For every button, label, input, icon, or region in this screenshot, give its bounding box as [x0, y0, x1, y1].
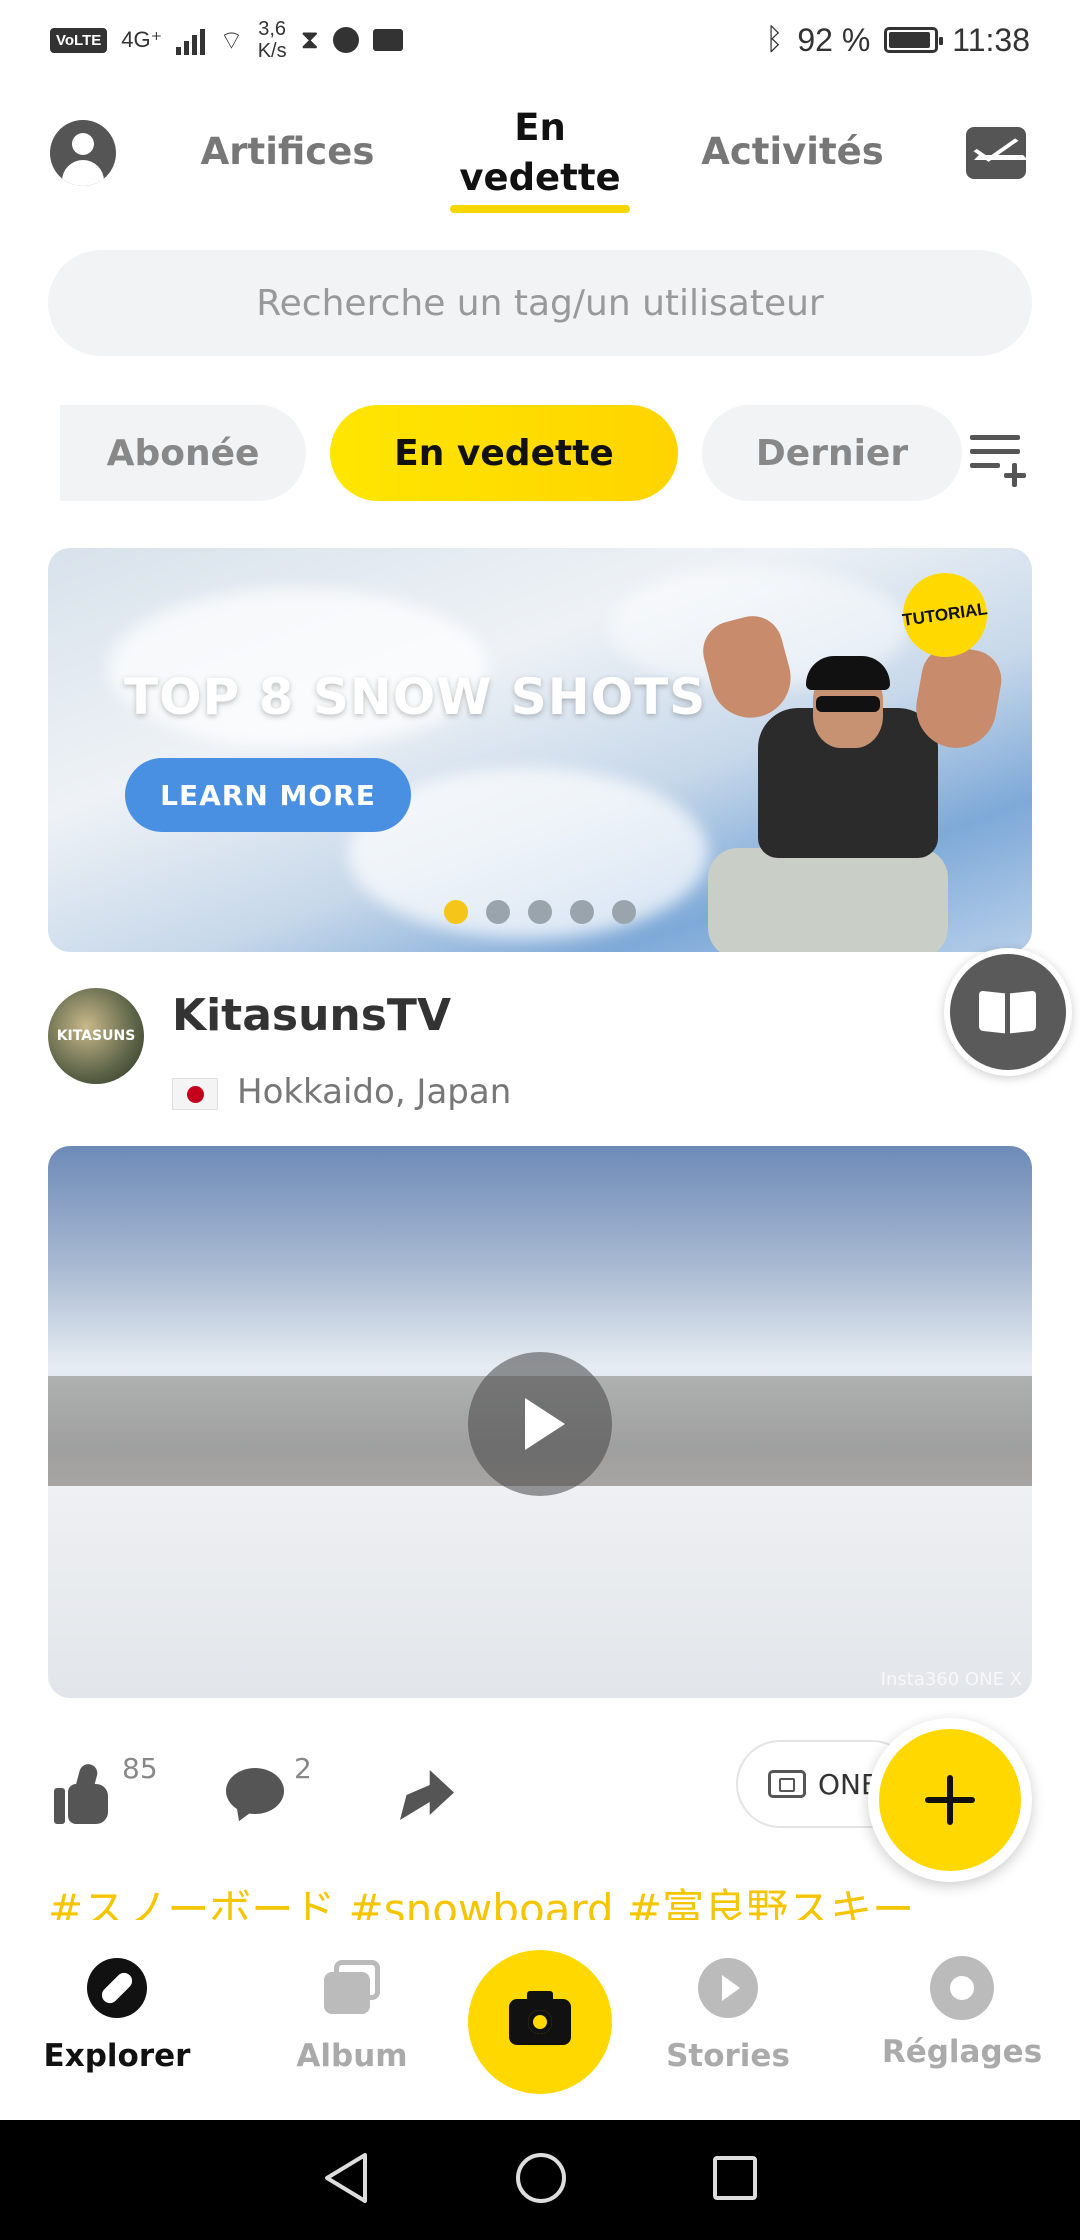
- learn-more-button[interactable]: LEARN MORE: [125, 758, 411, 832]
- post-video[interactable]: Insta360 ONE X: [48, 1146, 1032, 1698]
- like-count: 85: [122, 1752, 158, 1785]
- speed-value: 3,6: [258, 18, 287, 40]
- tab-en-vedette-line1: En: [514, 106, 566, 149]
- japan-flag-icon: [172, 1078, 218, 1110]
- filter-dernier[interactable]: Dernier: [702, 405, 962, 501]
- profile-avatar-icon[interactable]: [50, 120, 116, 186]
- bluetooth-icon: ᛒ: [765, 23, 784, 56]
- nav-reglages-label: Réglages: [881, 2034, 1043, 2070]
- inbox-icon[interactable]: [966, 127, 1026, 179]
- nav-reglages[interactable]: Réglages: [872, 1920, 1052, 2070]
- carousel-dot[interactable]: [570, 900, 594, 924]
- carousel-dot[interactable]: [528, 900, 552, 924]
- nav-album-label: Album: [296, 2038, 408, 2074]
- filter-en-vedette[interactable]: En vedette: [330, 405, 678, 501]
- hourglass-icon: ⧗: [300, 24, 319, 54]
- comment-icon: [224, 1764, 284, 1826]
- camera-capture-icon: [509, 1991, 571, 2045]
- recent-apps-icon[interactable]: [711, 2154, 759, 2206]
- post-location: Hokkaido, Japan: [237, 1072, 512, 1112]
- tab-en-vedette[interactable]: En vedette: [440, 103, 640, 213]
- nav-stories[interactable]: Stories: [638, 1920, 818, 2074]
- signal-icon: [176, 25, 206, 55]
- bottom-nav: Explorer Album Stories Réglages: [0, 1920, 1080, 2120]
- book-icon[interactable]: [944, 948, 1072, 1076]
- email-notification-icon: [372, 29, 403, 51]
- clock: 11:38: [952, 21, 1030, 58]
- comment-button[interactable]: 2: [224, 1752, 312, 1826]
- carousel-dots: [444, 900, 636, 924]
- speed-unit: K/s: [257, 40, 287, 62]
- nav-explorer[interactable]: Explorer: [27, 1920, 207, 2074]
- tab-activites[interactable]: Activités: [700, 130, 885, 173]
- promo-banner[interactable]: TUTORIAL TOP 8 SNOW SHOTS LEARN MORE: [48, 548, 1032, 952]
- status-right: ᛒ 92 % 11:38: [765, 22, 1030, 59]
- comment-count: 2: [294, 1752, 312, 1785]
- share-icon: [396, 1764, 456, 1824]
- carousel-dot[interactable]: [486, 900, 510, 924]
- playlist-add-icon[interactable]: [968, 427, 1026, 487]
- like-button[interactable]: 85: [52, 1752, 158, 1824]
- tab-artifices[interactable]: Artifices: [200, 130, 375, 173]
- wifi-icon: ⌔: [219, 24, 244, 55]
- search-input[interactable]: Recherche un tag/un utilisateur: [48, 250, 1032, 356]
- battery-percent: 92 %: [797, 21, 871, 58]
- banner-person-image: [688, 608, 1018, 952]
- video-watermark: Insta360 ONE X: [880, 1669, 1022, 1690]
- network-speed: 3,6 K/s: [258, 18, 287, 62]
- video-snow: [48, 1486, 1032, 1698]
- nav-stories-label: Stories: [666, 2038, 790, 2074]
- avatar-text: KITASUNS: [56, 1028, 136, 1044]
- add-icon[interactable]: [868, 1718, 1032, 1882]
- filter-abonee[interactable]: Abonée: [60, 405, 306, 501]
- post-author-avatar[interactable]: KITASUNS: [48, 988, 144, 1084]
- compass-icon: [87, 1958, 147, 2018]
- active-tab-underline: [450, 205, 630, 213]
- battery-fill: [889, 32, 930, 48]
- status-bar: VoLTE 4G⁺ ⌔ 3,6 K/s ⧗ ᛒ 92 % 11:38: [0, 0, 1080, 80]
- capture-button[interactable]: [468, 1950, 612, 2094]
- share-button[interactable]: [396, 1764, 456, 1824]
- banner-title: TOP 8 SNOW SHOTS: [124, 668, 707, 726]
- tab-en-vedette-line2: vedette: [459, 156, 621, 199]
- messenger-icon: [332, 27, 359, 53]
- album-icon: [322, 1958, 382, 2018]
- carousel-dot[interactable]: [612, 900, 636, 924]
- gear-icon: [936, 1962, 988, 2014]
- filter-bar: Abonée En vedette Dernier: [0, 405, 1080, 501]
- camera-icon: [768, 1770, 806, 1798]
- thumbs-up-icon: [52, 1762, 112, 1824]
- carousel-dot[interactable]: [444, 900, 468, 924]
- top-nav: Artifices En vedette Activités: [0, 95, 1080, 225]
- volte-indicator: VoLTE: [50, 27, 108, 53]
- home-icon[interactable]: [514, 2151, 568, 2209]
- status-left: VoLTE 4G⁺ ⌔ 3,6 K/s ⧗: [50, 18, 403, 62]
- network-type: 4G⁺: [121, 27, 163, 52]
- system-nav-bar: [0, 2120, 1080, 2240]
- play-icon[interactable]: [468, 1352, 612, 1496]
- nav-explorer-label: Explorer: [43, 2038, 191, 2074]
- nav-album[interactable]: Album: [262, 1920, 442, 2074]
- battery-icon: [884, 27, 944, 53]
- back-icon[interactable]: [321, 2151, 371, 2209]
- play-circle-icon: [698, 1958, 758, 2018]
- post-author-name[interactable]: KitasunsTV: [172, 990, 451, 1041]
